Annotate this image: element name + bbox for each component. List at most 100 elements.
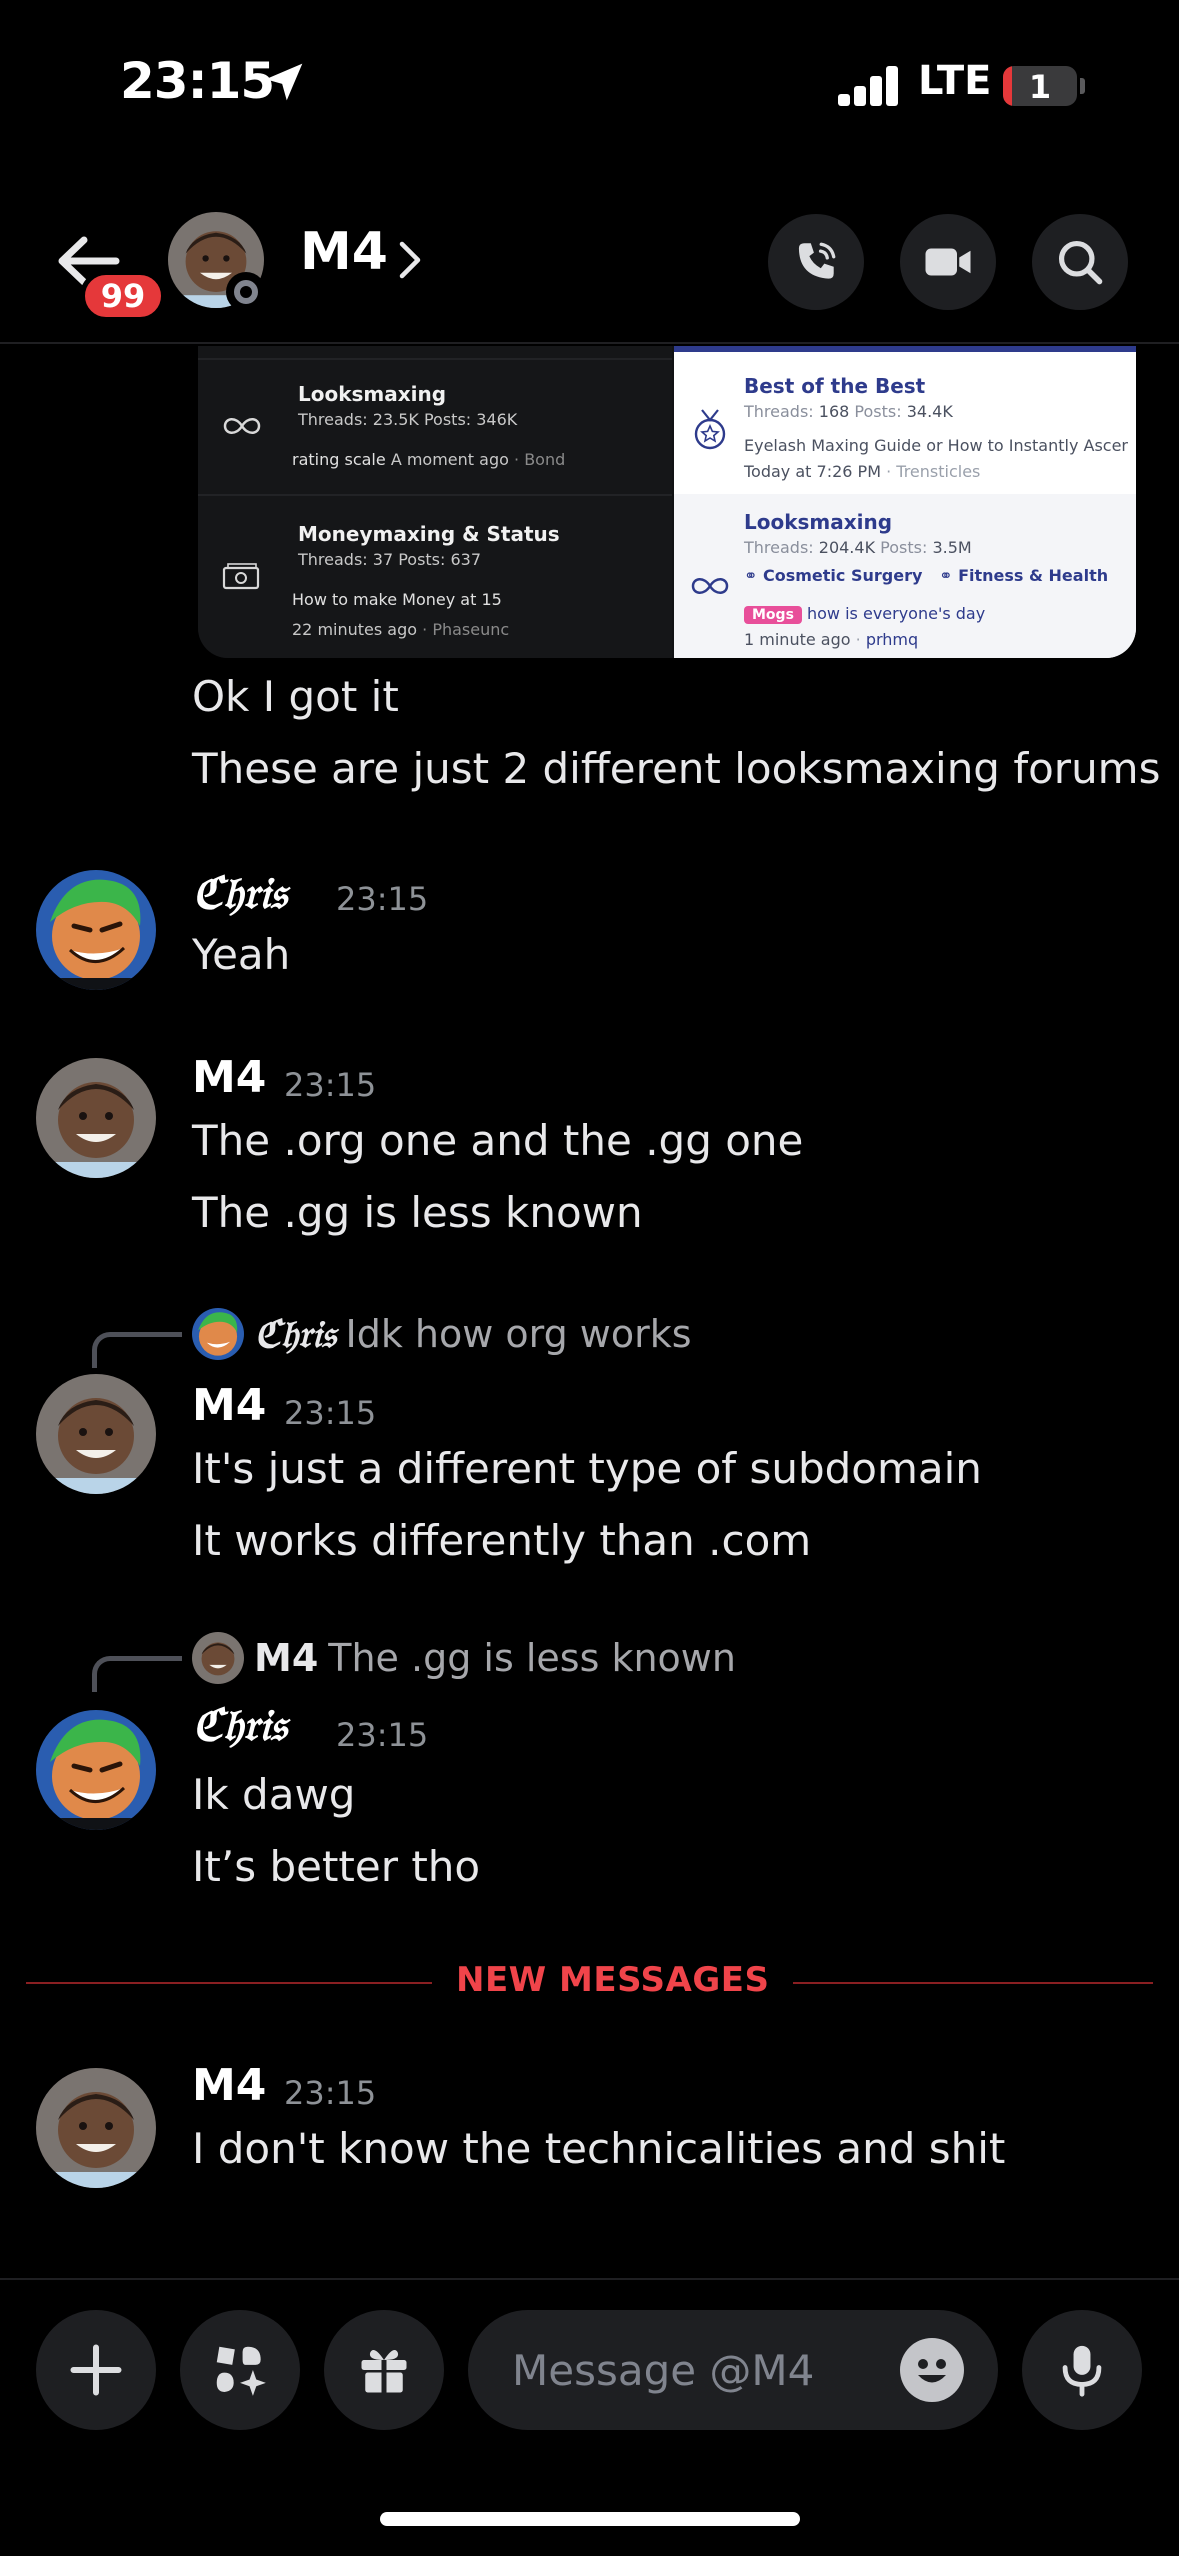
avatar[interactable]	[36, 1058, 156, 1178]
forum-stats: Threads: 23.5K Posts: 346K	[298, 410, 518, 429]
reply-connector	[92, 1332, 182, 1368]
message-timestamp: 23:15	[284, 1394, 377, 1432]
message-author[interactable]: ℭ𝔥𝔯𝔦𝔰	[192, 1700, 286, 1751]
chat-header: 99 M4	[0, 170, 1179, 344]
forum-author: prhmq	[865, 630, 919, 649]
subforum-link: Fitness & Health	[958, 566, 1109, 585]
message-input[interactable]	[512, 2336, 892, 2404]
new-messages-label: NEW MESSAGES	[432, 1960, 794, 2000]
forum-title: Best of the Best	[744, 374, 926, 398]
message-text: Ik dawg	[192, 1770, 356, 1819]
avatar[interactable]	[36, 1710, 156, 1830]
forum-screenshot-light: Best of the Best Threads: 168 Posts: 34.…	[674, 346, 1136, 658]
avatar[interactable]	[36, 870, 156, 990]
emoji-icon	[918, 2359, 946, 2383]
status-indicator	[226, 272, 266, 312]
chevron-right-icon[interactable]	[398, 240, 422, 280]
avatar[interactable]	[36, 1374, 156, 1494]
message-timestamp: 23:15	[336, 1716, 429, 1754]
money-icon	[222, 563, 260, 590]
message-author[interactable]: M4	[192, 1380, 266, 1431]
stat-label: Posts:	[880, 538, 928, 557]
avatar[interactable]	[36, 2068, 156, 2188]
thread-tag: Mogs	[744, 606, 802, 624]
battery-icon: 1	[1003, 66, 1077, 106]
emoji-button[interactable]	[900, 2338, 964, 2402]
battery-percent: 1	[1028, 68, 1052, 106]
header-name[interactable]: M4	[300, 222, 388, 282]
message-text: Ok I got it	[192, 672, 399, 721]
battery-cap	[1080, 78, 1085, 94]
infinity-icon	[223, 418, 261, 434]
forum-author: Bond	[524, 450, 566, 469]
voice-call-button[interactable]	[768, 214, 864, 310]
search-button[interactable]	[1032, 214, 1128, 310]
status-bar: 23:15 LTE 1	[0, 0, 1179, 170]
message-text: It works differently than .com	[192, 1516, 812, 1565]
forum-thread: how is everyone's day	[807, 604, 986, 623]
message-text: Yeah	[192, 930, 291, 979]
gift-button[interactable]	[324, 2310, 444, 2430]
video-camera-icon	[925, 248, 971, 276]
forum-thread: Eyelash Maxing Guide or How to Instantly…	[744, 436, 1128, 455]
reply-text: The .gg is less known	[328, 1636, 736, 1680]
forum-title: Moneymaxing & Status	[298, 522, 560, 546]
message-text: The .org one and the .gg one	[192, 1116, 804, 1165]
forum-meta: 1 minute ago	[744, 630, 851, 649]
phone-icon	[798, 242, 836, 279]
forum-thread: How to make Money at 15	[292, 590, 502, 609]
forum-screenshot-dark: Looksmaxing Threads: 23.5K Posts: 346K r…	[198, 346, 672, 658]
message-timestamp: 23:15	[336, 880, 429, 918]
stat-value: 3.5M	[932, 538, 972, 557]
subforum-link: Cosmetic Surgery	[762, 566, 923, 585]
unread-badge: 99	[80, 270, 166, 322]
forum-meta: 22 minutes ago	[292, 620, 418, 639]
forum-author: Trensticles	[896, 462, 981, 481]
forum-author: Phaseunc	[432, 620, 510, 639]
attach-button[interactable]	[36, 2310, 156, 2430]
message-author[interactable]: ℭ𝔥𝔯𝔦𝔰	[192, 868, 286, 919]
search-icon	[1058, 240, 1103, 285]
stat-value: 168	[818, 402, 850, 421]
message-text: It’s better tho	[192, 1842, 481, 1891]
message-text: It's just a different type of subdomain	[192, 1444, 982, 1493]
plus-icon	[70, 2344, 122, 2396]
reply-preview[interactable]: M4 The .gg is less known	[192, 1630, 736, 1686]
avatar	[192, 1632, 244, 1684]
location-arrow-icon	[265, 63, 303, 101]
subforum-icon: ⚭	[939, 566, 953, 585]
apps-button[interactable]	[180, 2310, 300, 2430]
message-text: These are just 2 different looksmaxing f…	[192, 744, 1161, 793]
forum-title: Looksmaxing	[298, 382, 447, 406]
forum-screenshot-embed[interactable]: Looksmaxing Threads: 23.5K Posts: 346K r…	[198, 346, 1136, 658]
status-time: 23:15	[120, 52, 275, 110]
microphone-icon	[1062, 2345, 1102, 2397]
message-text: The .gg is less known	[192, 1188, 643, 1237]
forum-stats: Threads: 37 Posts: 637	[298, 550, 482, 569]
reply-author: M4	[254, 1636, 319, 1680]
reply-preview[interactable]: ℭ𝔥𝔯𝔦𝔰 Idk how org works	[192, 1306, 692, 1362]
avatar	[192, 1308, 244, 1360]
reply-author: ℭ𝔥𝔯𝔦𝔰	[254, 1311, 336, 1356]
message-author[interactable]: M4	[192, 2060, 266, 2111]
forum-meta: A moment ago	[390, 450, 509, 469]
medal-icon	[694, 409, 726, 450]
home-indicator[interactable]	[380, 2512, 800, 2526]
infinity-icon	[691, 578, 729, 594]
forum-meta: Today at 7:26 PM	[744, 462, 881, 481]
video-call-button[interactable]	[900, 214, 996, 310]
message-timestamp: 23:15	[284, 1066, 377, 1104]
stat-value: 34.4K	[906, 402, 953, 421]
message-input-container	[468, 2310, 998, 2430]
forum-title: Looksmaxing	[744, 510, 893, 534]
stat-label: Threads:	[744, 402, 814, 421]
voice-message-button[interactable]	[1022, 2310, 1142, 2430]
network-type: LTE	[918, 58, 992, 104]
stat-value: 204.4K	[818, 538, 876, 557]
stat-label: Threads:	[744, 538, 814, 557]
apps-icon	[216, 2346, 266, 2396]
signal-icon	[838, 64, 900, 106]
reply-text: Idk how org works	[345, 1312, 692, 1356]
forum-thread: rating scale	[292, 450, 386, 469]
message-author[interactable]: M4	[192, 1052, 266, 1103]
